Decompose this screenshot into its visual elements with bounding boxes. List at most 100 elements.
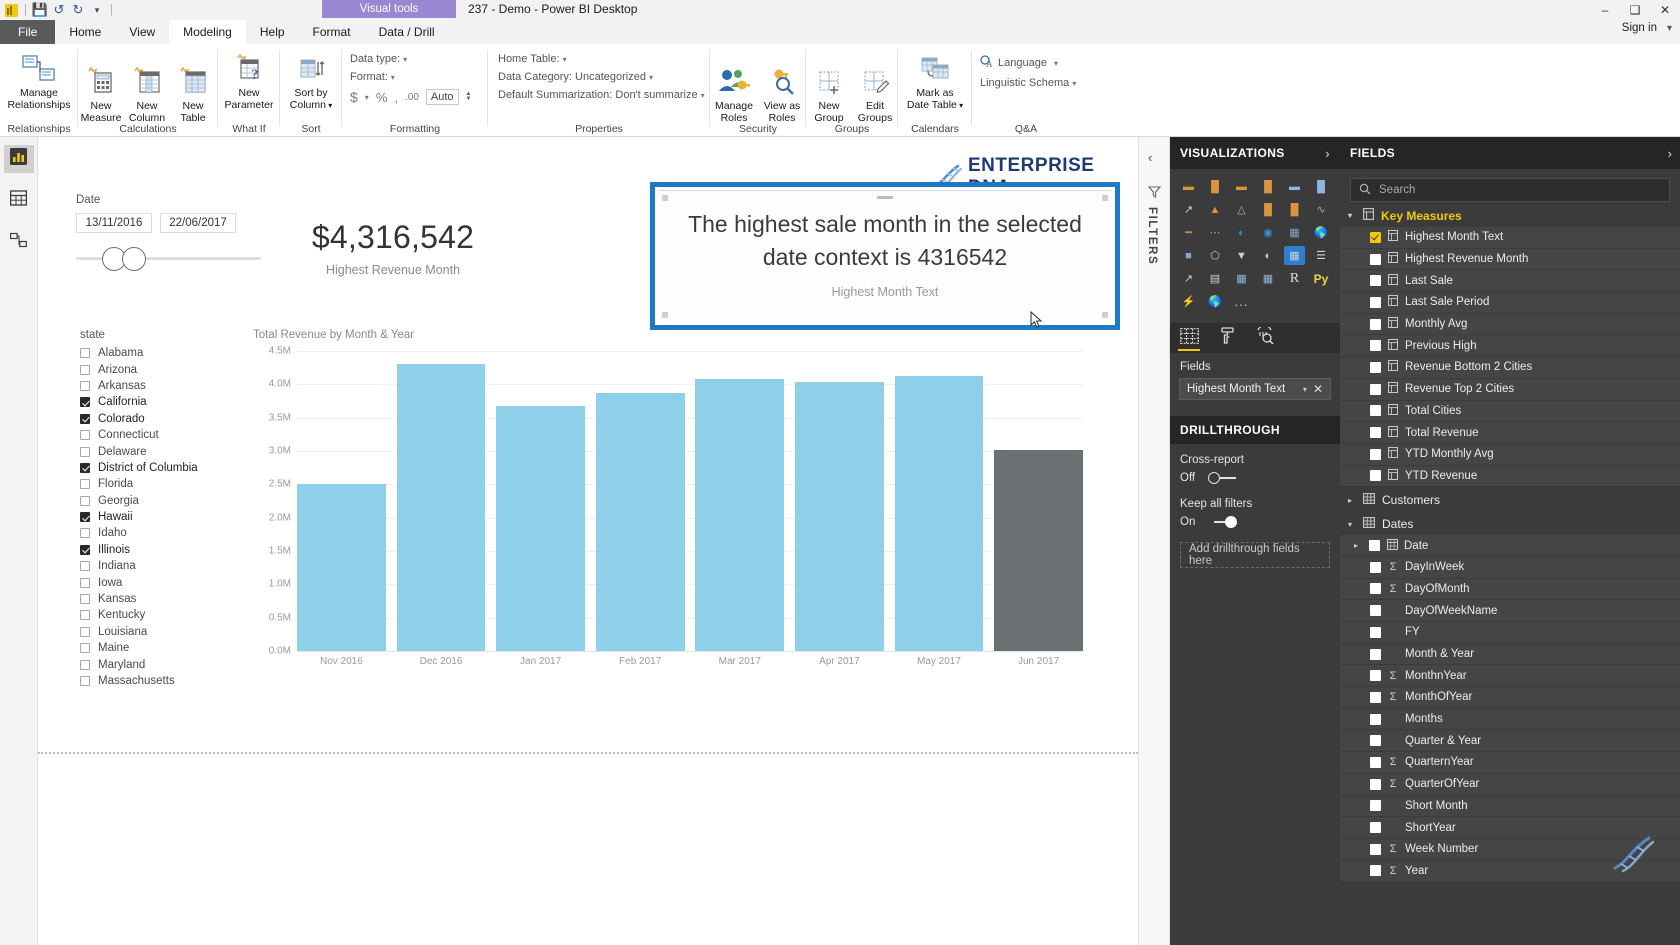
decimal-spinner[interactable]: ▲ ▼ — [466, 91, 472, 102]
sidebar-item-data-view[interactable] — [4, 187, 34, 215]
thousands-separator-button[interactable]: , — [394, 90, 398, 105]
python-visual-icon[interactable]: Py — [1311, 269, 1332, 288]
shape-map-icon[interactable]: ⬠ — [1205, 246, 1226, 265]
field-checkbox[interactable] — [1370, 865, 1381, 877]
state-slicer-item[interactable]: Connecticut — [80, 427, 280, 443]
field-item[interactable]: Last Sale — [1340, 270, 1680, 292]
state-checkbox[interactable] — [80, 626, 90, 637]
collapse-triangle-icon[interactable]: ▾ — [1348, 520, 1356, 529]
bar[interactable] — [595, 393, 685, 651]
line-stacked-column-icon[interactable]: █ — [1258, 200, 1279, 219]
tab-format[interactable] — [1208, 323, 1246, 353]
percent-format-button[interactable]: % — [376, 90, 388, 105]
slicer-icon[interactable]: ▤ — [1205, 269, 1226, 288]
resize-handle-bottom-left[interactable] — [662, 312, 668, 318]
resize-handle-top-right[interactable] — [1102, 195, 1108, 201]
hundred-percent-stacked-column-icon[interactable]: █ — [1311, 177, 1332, 196]
pie-chart-icon[interactable]: ◐ — [1231, 223, 1252, 242]
state-checkbox[interactable] — [80, 544, 90, 555]
field-item[interactable]: Σ QuarterOfYear — [1340, 773, 1680, 795]
state-slicer-item[interactable]: Arkansas — [80, 378, 280, 394]
state-slicer-item[interactable]: Indiana — [80, 558, 280, 574]
tab-help[interactable]: Help — [246, 20, 299, 44]
filled-map-icon[interactable]: ■ — [1178, 246, 1199, 265]
data-type-dropdown[interactable]: Data type: ▾ — [350, 53, 472, 65]
bar[interactable] — [994, 449, 1083, 651]
date-start-input[interactable]: 13/11/2016 — [76, 213, 152, 233]
state-slicer-item[interactable]: District of Columbia — [80, 460, 280, 476]
line-clustered-column-icon[interactable]: █ — [1284, 200, 1305, 219]
field-checkbox[interactable] — [1370, 843, 1381, 855]
fields-chevron-right-icon[interactable]: › — [1668, 146, 1672, 161]
keep-all-filters-toggle-row[interactable]: On — [1180, 516, 1330, 528]
field-checkbox[interactable] — [1370, 822, 1381, 834]
r-script-visual-icon[interactable]: R — [1284, 269, 1305, 288]
field-item[interactable]: Short Month — [1340, 795, 1680, 817]
state-checkbox[interactable] — [80, 430, 90, 441]
state-checkbox[interactable] — [80, 479, 90, 490]
table-icon[interactable]: ▦ — [1231, 269, 1252, 288]
state-slicer-item[interactable]: Maryland — [80, 656, 280, 672]
field-item[interactable]: Monthly Avg — [1340, 313, 1680, 335]
currency-format-button[interactable]: $ — [350, 89, 358, 105]
bar-column[interactable] — [994, 351, 1083, 651]
state-slicer-item[interactable]: Georgia — [80, 493, 280, 509]
state-slicer-item[interactable]: Louisiana — [80, 624, 280, 640]
state-checkbox[interactable] — [80, 577, 90, 588]
view-as-roles-button[interactable]: View as Roles — [758, 57, 806, 124]
state-checkbox[interactable] — [80, 495, 90, 506]
date-range-slider[interactable] — [76, 243, 261, 275]
field-item[interactable]: DayOfWeekName — [1340, 600, 1680, 621]
new-measure-button[interactable]: New Measure — [78, 57, 124, 124]
search-input[interactable]: Search — [1350, 178, 1670, 202]
collapse-triangle-icon[interactable]: ▾ — [1348, 211, 1356, 220]
mark-as-date-table-button[interactable]: Mark as Date Table ▾ — [898, 44, 972, 112]
field-checkbox[interactable] — [1369, 540, 1380, 552]
field-checkbox[interactable] — [1370, 648, 1381, 660]
area-chart-icon[interactable]: ▲ — [1205, 200, 1226, 219]
sidebar-item-report-view[interactable] — [3, 145, 34, 173]
keep-all-filters-toggle[interactable] — [1208, 516, 1238, 528]
state-checkbox[interactable] — [80, 397, 90, 408]
state-checkbox[interactable] — [80, 364, 90, 375]
state-checkbox[interactable] — [80, 643, 90, 654]
field-checkbox[interactable] — [1370, 626, 1381, 638]
bar[interactable] — [894, 376, 984, 651]
redo-icon[interactable]: ↻ — [71, 2, 85, 17]
expand-triangle-icon[interactable]: ▸ — [1354, 541, 1362, 550]
bar-column[interactable] — [496, 351, 585, 651]
state-slicer-item[interactable]: Colorado — [80, 411, 280, 427]
matrix-icon[interactable]: ▦ — [1258, 269, 1279, 288]
state-checkbox[interactable] — [80, 561, 90, 572]
field-item[interactable]: Σ MonthOfYear — [1340, 687, 1680, 708]
manage-relationships-button[interactable]: Manage Relationships — [0, 44, 78, 111]
field-item[interactable]: Month & Year — [1340, 643, 1680, 665]
field-well-item[interactable]: Highest Month Text ▾ ✕ — [1179, 378, 1331, 400]
manage-roles-button[interactable]: Manage Roles — [710, 57, 758, 124]
field-checkbox[interactable] — [1370, 713, 1381, 725]
bar-column[interactable] — [794, 351, 884, 651]
field-item[interactable]: Σ MonthnYear — [1340, 665, 1680, 687]
field-item[interactable]: YTD Monthly Avg — [1340, 443, 1680, 465]
tab-file[interactable]: File — [0, 20, 56, 44]
default-summarization-dropdown[interactable]: Default Summarization: Don't summarize ▾ — [498, 89, 705, 101]
restore-button[interactable]: ❑ — [1620, 0, 1650, 20]
fields-table-header[interactable]: ▸ Customers — [1340, 487, 1680, 511]
filters-pane-collapsed[interactable]: ‹ FILTERS — [1138, 137, 1170, 945]
tab-home[interactable]: Home — [55, 20, 115, 44]
date-end-input[interactable]: 22/06/2017 — [160, 213, 236, 233]
bar-column[interactable] — [695, 351, 785, 651]
bar[interactable] — [297, 484, 386, 651]
treemap-icon[interactable]: ▦ — [1284, 223, 1305, 242]
chevron-right-icon[interactable]: › — [1325, 146, 1330, 161]
gauge-icon[interactable]: ◐ — [1258, 246, 1279, 265]
field-item[interactable]: Revenue Bottom 2 Cities — [1340, 357, 1680, 378]
state-slicer[interactable]: state Alabama Arizona Arkansas California Co… — [80, 329, 280, 689]
arcgis-map-icon[interactable]: 🌎 — [1205, 292, 1226, 311]
field-checkbox[interactable] — [1370, 800, 1381, 812]
field-checkbox[interactable] — [1370, 470, 1381, 482]
state-checkbox[interactable] — [80, 462, 90, 473]
bar[interactable] — [695, 379, 785, 651]
state-checkbox[interactable] — [80, 528, 90, 539]
revenue-bar-chart[interactable]: Total Revenue by Month & Year 0.0M 0.5M 1.… — [253, 329, 1083, 684]
